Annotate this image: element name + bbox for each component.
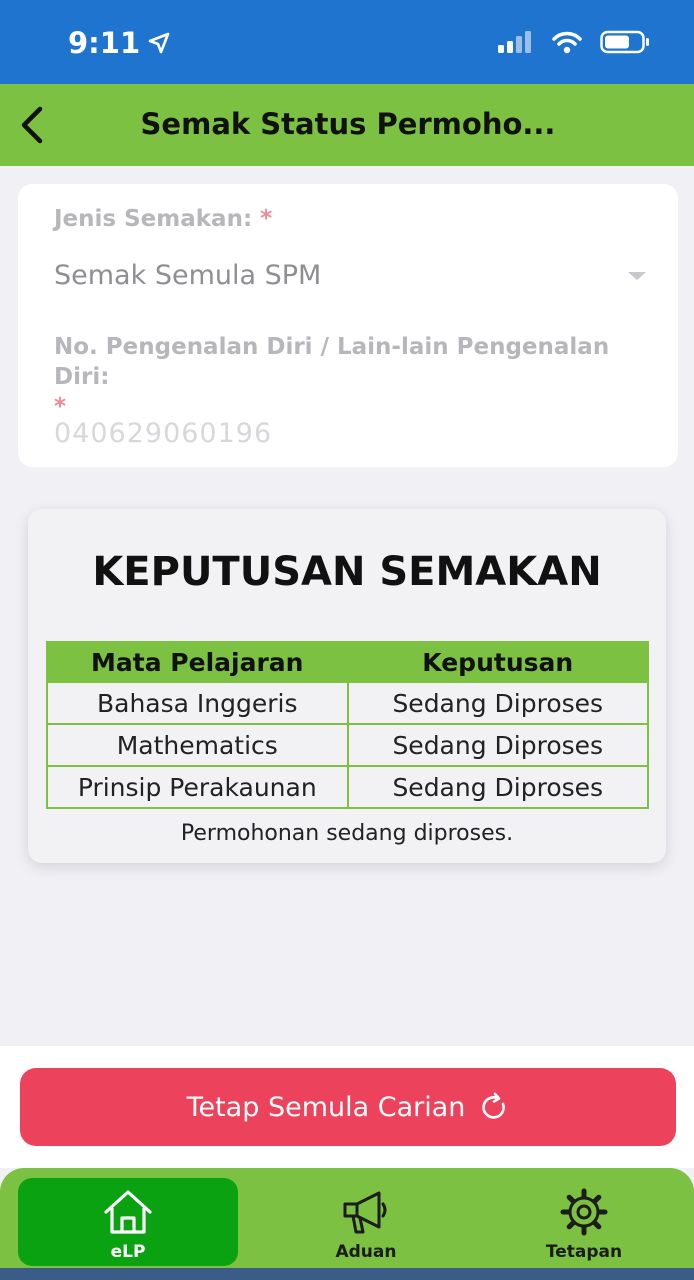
id-number-field[interactable]: 040629060196: [54, 418, 272, 449]
tab-tetapan-label: Tetapan: [545, 1242, 623, 1262]
tab-elp-label: eLP: [110, 1242, 146, 1262]
status-indicators: [498, 30, 650, 54]
reset-search-button[interactable]: Tetap Semula Carian: [20, 1068, 676, 1146]
status-time: 9:11: [68, 26, 170, 60]
result-title: KEPUTUSAN SEMAKAN: [92, 549, 602, 595]
refresh-icon: [482, 1092, 506, 1119]
megaphone-icon: [343, 1191, 387, 1234]
tab-bar: eLP Aduan Tetapan: [0, 1168, 694, 1280]
table-row: Bahasa Inggeris Sedang Diproses: [46, 681, 649, 725]
id-number-label: No. Pengenalan Diri / Lain-lain Pengenal…: [54, 332, 654, 422]
required-mark: *: [54, 394, 67, 420]
home-indicator-strip: [0, 1268, 694, 1280]
result-cell: Sedang Diproses: [346, 765, 649, 809]
table-header-row: Mata Pelajaran Keputusan: [46, 641, 649, 683]
gear-icon: [560, 1188, 608, 1236]
nav-bar: Semak Status Permoho...: [0, 84, 694, 166]
table-row: Mathematics Sedang Diproses: [46, 723, 649, 767]
column-header-subject: Mata Pelajaran: [46, 641, 349, 683]
subject-cell: Prinsip Perakaunan: [46, 765, 349, 809]
result-card: KEPUTUSAN SEMAKAN Mata Pelajaran Keputus…: [28, 509, 666, 863]
result-cell: Sedang Diproses: [346, 681, 649, 725]
chevron-down-icon[interactable]: [628, 272, 646, 280]
action-panel: Tetap Semula Carian: [0, 1046, 694, 1168]
table-row: Prinsip Perakaunan Sedang Diproses: [46, 765, 649, 809]
battery-icon: [600, 30, 649, 54]
check-type-label-text: Jenis Semakan:: [54, 206, 253, 232]
tab-aduan-label: Aduan: [335, 1242, 397, 1262]
column-header-result: Keputusan: [346, 641, 649, 683]
location-arrow-icon: [148, 32, 170, 54]
search-form-card: Jenis Semakan: * Semak Semula SPM No. Pe…: [18, 184, 678, 467]
result-table: Mata Pelajaran Keputusan Bahasa Inggeris…: [46, 641, 649, 809]
tab-elp[interactable]: eLP: [18, 1178, 238, 1266]
check-type-select[interactable]: Semak Semula SPM: [54, 260, 321, 291]
subject-cell: Bahasa Inggeris: [46, 681, 349, 725]
result-cell: Sedang Diproses: [346, 723, 649, 767]
tab-aduan[interactable]: Aduan: [266, 1178, 466, 1266]
page-title: Semak Status Permoho...: [140, 107, 556, 141]
wifi-icon: [552, 31, 582, 54]
time-text: 9:11: [68, 26, 141, 60]
result-note: Permohonan sedang diproses.: [180, 821, 514, 846]
required-mark: *: [260, 206, 273, 232]
home-icon: [104, 1190, 152, 1234]
signal-icon: [498, 31, 531, 53]
check-type-label: Jenis Semakan: *: [54, 206, 272, 232]
id-number-label-text: No. Pengenalan Diri / Lain-lain Pengenal…: [54, 334, 610, 390]
status-bar: 9:11: [0, 0, 694, 84]
tab-tetapan[interactable]: Tetapan: [484, 1178, 684, 1266]
reset-search-label: Tetap Semula Carian: [186, 1091, 466, 1123]
subject-cell: Mathematics: [46, 723, 349, 767]
